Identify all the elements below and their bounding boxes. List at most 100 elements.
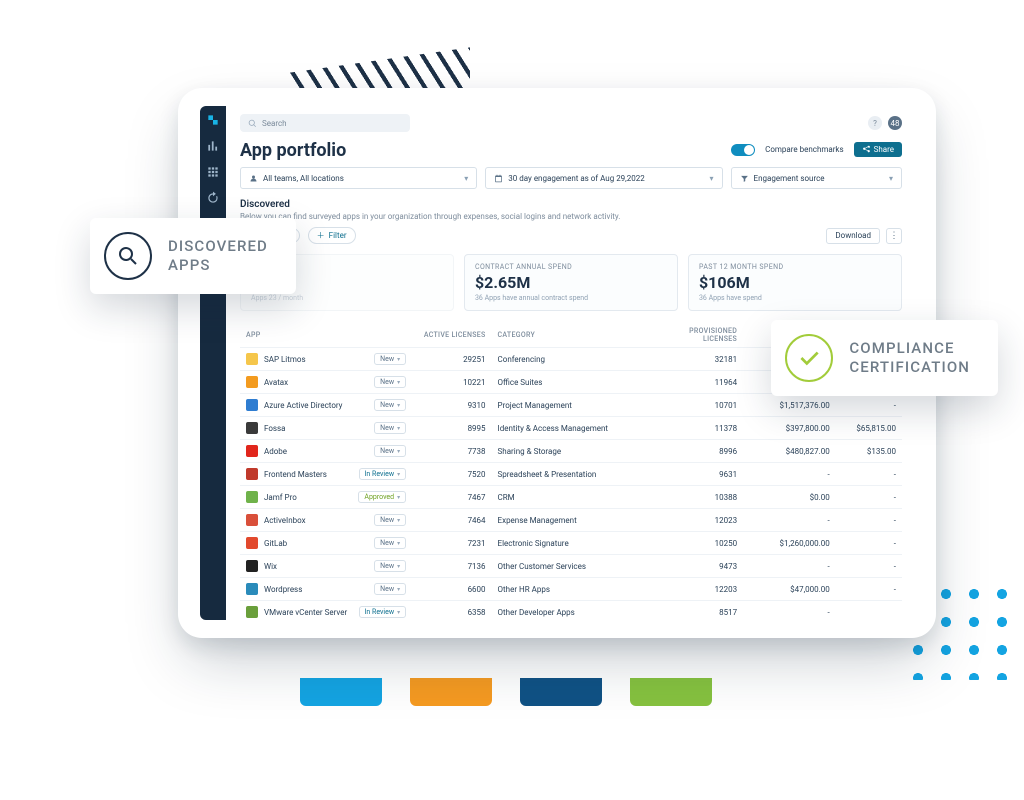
app-name: Fossa: [264, 424, 286, 433]
cell-category: Conferencing: [492, 348, 651, 371]
cell-licenses: 29251: [412, 348, 491, 371]
cell-category: Project Management: [492, 394, 651, 417]
table-row[interactable]: WixNew ▾7136Other Customer Services9473-…: [240, 555, 902, 578]
benchmarks-toggle[interactable]: [731, 144, 755, 156]
status-tag[interactable]: New ▾: [374, 560, 406, 572]
cell-contract: $0.00: [743, 486, 836, 509]
cell-spend: -: [836, 463, 902, 486]
nav-logo-icon[interactable]: [205, 112, 221, 128]
table-row[interactable]: FossaNew ▾8995Identity & Access Manageme…: [240, 417, 902, 440]
cell-category: Other HR Apps: [492, 578, 651, 601]
help-icon[interactable]: ?: [868, 116, 882, 130]
nav-apps-icon[interactable]: [205, 164, 221, 180]
table-row[interactable]: AdobeNew ▾7738Sharing & Storage8996$480,…: [240, 440, 902, 463]
status-tag[interactable]: New ▾: [374, 399, 406, 411]
share-button[interactable]: Share: [854, 142, 902, 157]
cell-contract: -: [743, 509, 836, 532]
cell-contract: $1,260,000.00: [743, 532, 836, 555]
download-button[interactable]: Download: [826, 228, 880, 244]
table-row[interactable]: Jamf ProApproved ▾7467CRM10388$0.00-: [240, 486, 902, 509]
cell-category: Office Suites: [492, 371, 651, 394]
app-icon: [246, 583, 258, 595]
callout-compliance: COMPLIANCE CERTIFICATION: [771, 320, 998, 396]
status-tag[interactable]: New ▾: [374, 583, 406, 595]
status-tag[interactable]: New ▾: [374, 514, 406, 526]
app-icon: [246, 537, 258, 549]
cell-contract: -: [743, 555, 836, 578]
status-tag[interactable]: In Review ▾: [359, 468, 407, 480]
app-name: Azure Active Directory: [264, 401, 342, 410]
table-row[interactable]: Azure Active DirectoryNew ▾9310Project M…: [240, 394, 902, 417]
add-filter-button[interactable]: ＋ Filter: [308, 227, 356, 244]
filter-teams[interactable]: All teams, All locations ▾: [240, 167, 477, 189]
cell-prov: 10250: [650, 532, 743, 555]
app-icon: [246, 353, 258, 365]
cell-prov: 10388: [650, 486, 743, 509]
status-tag[interactable]: Approved ▾: [358, 491, 406, 503]
kpi-past12-value: $106M: [699, 273, 891, 292]
callout-discovered-apps: DISCOVERED APPS: [90, 218, 296, 294]
app-name: Avatax: [264, 378, 288, 387]
add-filter-label: Filter: [329, 231, 347, 240]
col-prov[interactable]: PROVISIONED LICENSES: [650, 323, 743, 348]
search-placeholder: Search: [262, 119, 287, 128]
cell-prov: 11378: [650, 417, 743, 440]
cell-category: CRM: [492, 486, 651, 509]
status-tag[interactable]: New ▾: [374, 445, 406, 457]
cell-licenses: 6600: [412, 578, 491, 601]
filter-source[interactable]: Engagement source ▾: [731, 167, 902, 189]
col-category[interactable]: CATEGORY: [492, 323, 651, 348]
table-row[interactable]: WordpressNew ▾6600Other HR Apps12203$47,…: [240, 578, 902, 601]
share-label: Share: [874, 145, 894, 154]
cell-licenses: 7467: [412, 486, 491, 509]
status-tag[interactable]: New ▾: [374, 537, 406, 549]
table-row[interactable]: VMware vCenter ServerIn Review ▾6358Othe…: [240, 601, 902, 621]
filter-teams-label: All teams, All locations: [263, 174, 344, 183]
col-app[interactable]: APP: [240, 323, 412, 348]
notifications-icon[interactable]: 48: [888, 116, 902, 130]
chevron-down-icon: ▾: [464, 174, 468, 183]
cell-spend: $65,815.00: [836, 417, 902, 440]
app-name: Wix: [264, 562, 277, 571]
cell-prov: 9473: [650, 555, 743, 578]
kpi-contract-sub: 36 Apps have annual contract spend: [475, 294, 667, 302]
callout-compliance-text: COMPLIANCE CERTIFICATION: [849, 339, 970, 377]
status-tag[interactable]: New ▾: [374, 353, 406, 365]
app-icon: [246, 422, 258, 434]
app-icon: [246, 606, 258, 618]
cell-contract: -: [743, 601, 836, 621]
cell-contract: $397,800.00: [743, 417, 836, 440]
nav-refresh-icon[interactable]: [205, 190, 221, 206]
cell-licenses: 7231: [412, 532, 491, 555]
table-row[interactable]: GitLabNew ▾7231Electronic Signature10250…: [240, 532, 902, 555]
filter-engagement[interactable]: 30 day engagement as of Aug 29,2022 ▾: [485, 167, 722, 189]
col-licenses[interactable]: ACTIVE LICENSES: [412, 323, 491, 348]
nav-chart-icon[interactable]: [205, 138, 221, 154]
section-description: Below you can find surveyed apps in your…: [240, 212, 902, 221]
app-name: ActiveInbox: [264, 516, 306, 525]
cell-licenses: 8995: [412, 417, 491, 440]
cell-prov: 32181: [650, 348, 743, 371]
cell-prov: 10701: [650, 394, 743, 417]
kpi-past12-label: PAST 12 MONTH SPEND: [699, 263, 891, 271]
status-tag[interactable]: In Review ▾: [359, 606, 407, 618]
app-name: Frontend Masters: [264, 470, 327, 479]
status-tag[interactable]: New ▾: [374, 422, 406, 434]
cell-licenses: 7738: [412, 440, 491, 463]
status-tag[interactable]: New ▾: [374, 376, 406, 388]
kpi-contract: CONTRACT ANNUAL SPEND $2.65M 36 Apps hav…: [464, 254, 678, 311]
app-name: Adobe: [264, 447, 287, 456]
magnify-icon: [104, 232, 152, 280]
more-menu-button[interactable]: ⋮: [886, 228, 902, 244]
search-input[interactable]: Search: [240, 114, 410, 132]
callout-discovered-text: DISCOVERED APPS: [168, 237, 268, 275]
app-icon: [246, 491, 258, 503]
kpi-contract-label: CONTRACT ANNUAL SPEND: [475, 263, 667, 271]
table-row[interactable]: ActiveInboxNew ▾7464Expense Management12…: [240, 509, 902, 532]
cell-spend: $135.00: [836, 440, 902, 463]
table-row[interactable]: Frontend MastersIn Review ▾7520Spreadshe…: [240, 463, 902, 486]
cell-prov: 12023: [650, 509, 743, 532]
cell-licenses: 7464: [412, 509, 491, 532]
chevron-down-icon: ▾: [889, 174, 893, 183]
filter-source-label: Engagement source: [754, 174, 825, 183]
